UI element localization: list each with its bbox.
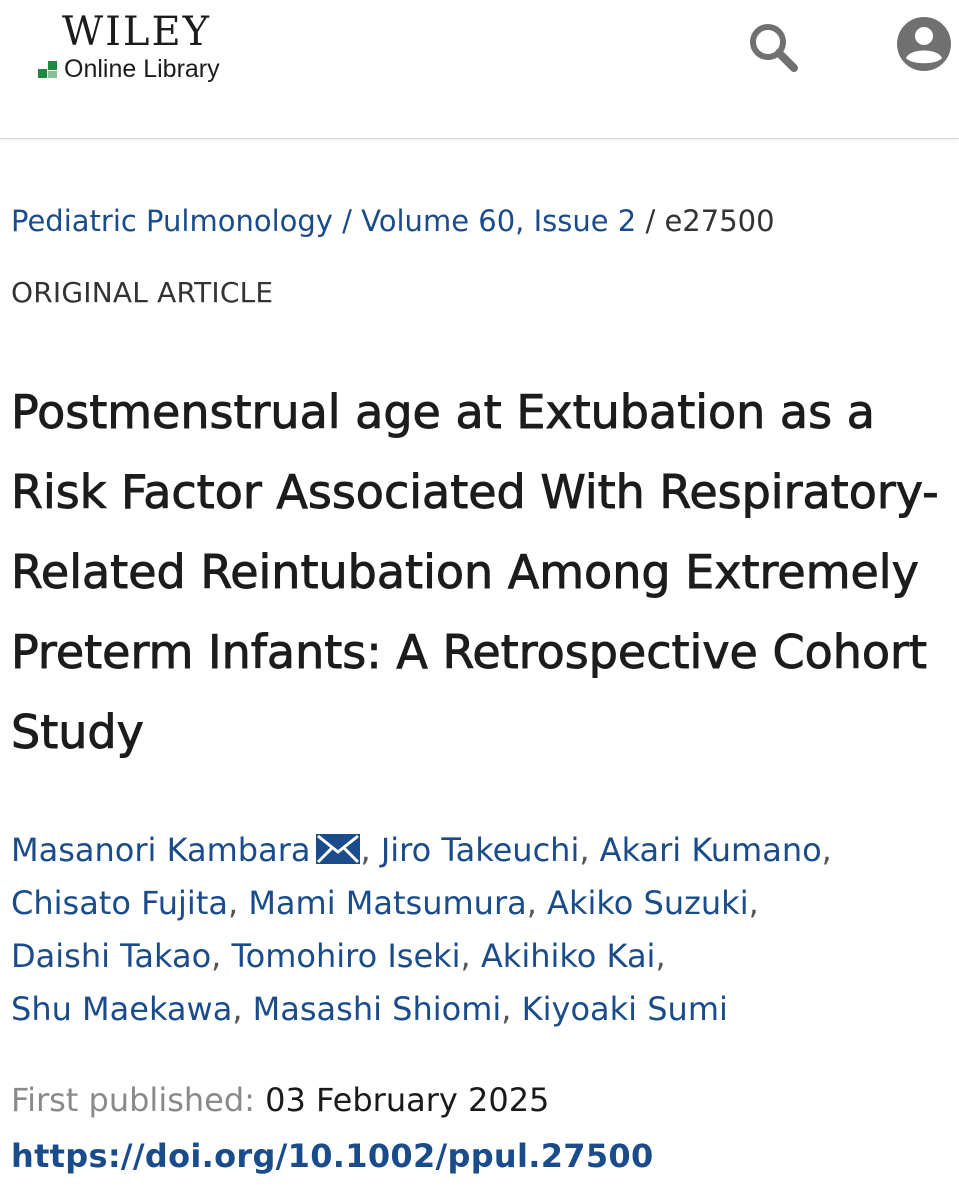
breadcrumb-separator: / [332, 204, 362, 238]
author-link[interactable]: Kiyoaki Sumi [522, 990, 728, 1028]
author-link[interactable]: Akiko Suzuki [547, 884, 749, 922]
breadcrumb-article-id: e27500 [664, 204, 775, 238]
author-separator: , [655, 937, 666, 975]
search-button[interactable] [742, 14, 806, 78]
author-separator: , [227, 884, 249, 922]
breadcrumb-issue-link[interactable]: Volume 60, Issue 2 [361, 204, 636, 238]
wiley-logo[interactable]: WILEY Online Library [38, 10, 268, 90]
logo-wiley-text: WILEY [62, 9, 212, 55]
author-link[interactable]: Masanori Kambara [11, 831, 310, 869]
article-type-label: ORIGINAL ARTICLE [11, 276, 274, 309]
logo-squares-icon [38, 61, 60, 81]
author-link[interactable]: Shu Maekawa [11, 990, 232, 1028]
author-link[interactable]: Chisato Fujita [11, 884, 228, 922]
author-separator: , [211, 937, 232, 975]
author-separator: , [501, 990, 522, 1028]
author-link[interactable]: Jiro Takeuchi [381, 831, 580, 869]
author-list: Masanori Kambara, Jiro Takeuchi, Akari K… [11, 824, 956, 1036]
doi-link[interactable]: https://doi.org/10.1002/ppul.27500 [11, 1134, 654, 1178]
author-separator: , [821, 831, 832, 869]
first-published: First published: 03 February 2025 [11, 1078, 549, 1122]
author-separator: , [360, 831, 381, 869]
author-separator: , [526, 884, 548, 922]
breadcrumb-separator: / [636, 204, 665, 238]
author-separator: , [460, 937, 481, 975]
first-published-label: First published: [11, 1081, 255, 1119]
author-separator: , [579, 831, 600, 869]
author-link[interactable]: Daishi Takao [11, 937, 211, 975]
article-title: Postmenstrual age at Extubation as a Ris… [11, 385, 940, 760]
author-link[interactable]: Mami Matsumura [248, 884, 526, 922]
author-link[interactable]: Akihiko Kai [481, 937, 656, 975]
breadcrumb: Pediatric Pulmonology / Volume 60, Issue… [11, 203, 775, 239]
site-header: WILEY Online Library [0, 0, 959, 139]
author-link[interactable]: Masashi Shiomi [253, 990, 502, 1028]
first-published-date: 03 February 2025 [265, 1081, 550, 1119]
author-separator: , [232, 990, 253, 1028]
author-link[interactable]: Akari Kumano [600, 831, 822, 869]
mail-icon[interactable] [316, 834, 361, 864]
account-button[interactable] [892, 14, 956, 78]
account-icon [897, 17, 951, 71]
logo-online-library-text: Online Library [64, 55, 220, 83]
search-icon [750, 24, 798, 72]
author-separator: , [748, 884, 759, 922]
author-link[interactable]: Tomohiro Iseki [232, 937, 461, 975]
breadcrumb-journal-link[interactable]: Pediatric Pulmonology [11, 204, 333, 238]
